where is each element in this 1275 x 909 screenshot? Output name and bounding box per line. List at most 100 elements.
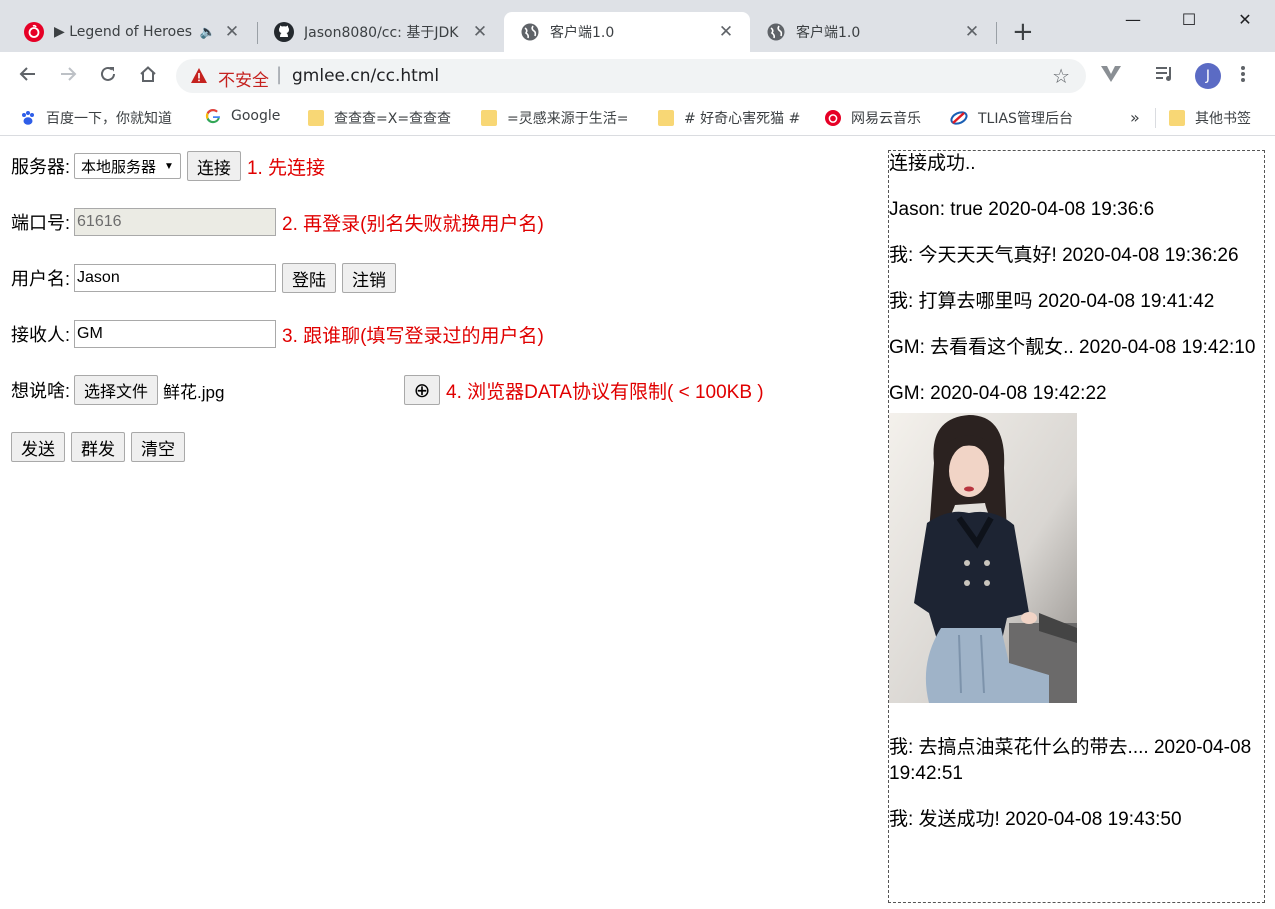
warning-icon[interactable] [190,67,208,84]
connect-hint: 1. 先连接 [246,157,326,179]
tab-title: Jason8080/cc: 基于JDK [304,25,459,41]
home-icon[interactable] [134,62,162,90]
folder-icon [308,110,324,126]
connect-button[interactable]: 连接 [186,151,241,181]
forward-arrow-icon[interactable] [54,62,82,90]
chat-message: GM: 2020-04-08 19:42:22 [889,383,1107,404]
close-tab-icon[interactable]: ✕ [714,22,738,42]
extension-v-icon[interactable] [1100,64,1122,88]
close-tab-icon[interactable]: ✕ [220,22,244,42]
tab-client-active[interactable]: 客户端1.0 ✕ [504,12,750,52]
address-bar[interactable]: 不安全 | gmlee.cn/cc.html ☆ [176,59,1086,93]
data-hint-row: ⊕ 4. 浏览器DATA协议有限制( < 100KB ) [404,375,764,405]
bookmark-label: =灵感来源于生活= [507,111,629,127]
tab-strip: ▶ Legend of Heroes 🔈 ✕ Jason8080/cc: 基于J… [0,0,1275,52]
server-row: 服务器: 本地服务器 ▼ 连接 1. 先连接 [11,151,325,181]
reload-icon[interactable] [94,62,122,90]
add-circle-button[interactable]: ⊕ [404,375,440,405]
globe-icon [521,23,539,41]
back-arrow-icon[interactable] [14,62,42,90]
bookmark-other[interactable]: 其他书签 [1169,108,1251,128]
maximize-button[interactable]: ☐ [1166,6,1212,34]
message-label: 想说啥: [11,381,71,401]
close-tab-icon[interactable]: ✕ [960,22,984,42]
new-tab-button[interactable]: + [1012,18,1034,46]
dropdown-arrow-icon: ▼ [164,160,174,172]
server-select[interactable]: 本地服务器 ▼ [74,153,181,179]
netease-music-icon [825,110,841,126]
tab-title: 客户端1.0 [796,25,861,41]
receiver-hint: 3. 跟谁聊(填写登录过的用户名) [282,325,544,347]
chat-message: 我: 打算去哪里吗 2020-04-08 19:41:42 [889,291,1215,312]
not-secure-label[interactable]: 不安全 [218,66,269,91]
chat-photo-woman [889,413,1077,703]
google-g-icon [205,109,220,124]
chat-message: 连接成功.. [889,153,976,174]
tab-divider [996,22,997,44]
bookmark-folder-curiosity[interactable]: # 好奇心害死猫 # [658,108,800,128]
folder-icon [481,110,497,126]
bookmark-label: Google [231,108,281,124]
bookmark-star-icon[interactable]: ☆ [1052,64,1070,88]
bookmark-label: 百度一下，你就知道 [46,111,172,127]
chat-message: 我: 今天天天气真好! 2020-04-08 19:36:26 [889,245,1239,266]
media-queue-icon[interactable] [1155,64,1175,88]
bookmark-label: TLIAS管理后台 [978,111,1073,127]
message-row: 想说啥: 选择文件 鲜花.jpg [11,375,224,405]
tab-legend-of-heroes[interactable]: ▶ Legend of Heroes 🔈 ✕ [8,12,256,52]
close-window-button[interactable]: ✕ [1222,6,1268,34]
username-label: 用户名: [11,269,71,289]
bookmarks-bar: 百度一下，你就知道 Google 查查查=X=查查查 =灵感来源于生活= # 好… [0,100,1275,136]
broadcast-button[interactable]: 群发 [71,432,125,462]
bookmark-tlias[interactable]: TLIAS管理后台 [950,108,1073,128]
port-row: 端口号: 61616 2. 再登录(别名失败就换用户名) [11,207,544,237]
username-row: 用户名: Jason 登陆 注销 [11,263,402,293]
chat-message: 我: 发送成功! 2020-04-08 19:43:50 [889,809,1182,830]
audio-playing-icon[interactable]: 🔈 [200,25,216,40]
clear-button[interactable]: 清空 [131,432,185,462]
receiver-label: 接收人: [11,325,71,345]
bookmark-netease-music[interactable]: 网易云音乐 [825,108,921,128]
bookmark-label: # 好奇心害死猫 # [684,111,801,127]
tab-client[interactable]: 客户端1.0 ✕ [750,12,996,52]
login-hint: 2. 再登录(别名失败就换用户名) [282,213,544,235]
bookmark-folder-chachacha[interactable]: 查查查=X=查查查 [308,108,451,128]
login-button[interactable]: 登陆 [282,263,337,293]
logout-button[interactable]: 注销 [342,263,397,293]
port-input[interactable]: 61616 [74,208,277,236]
profile-avatar[interactable]: J [1195,63,1221,89]
menu-kebab-icon[interactable] [1240,64,1246,88]
server-select-value: 本地服务器 [81,158,157,176]
data-limit-hint: 4. 浏览器DATA协议有限制( < 100KB ) [446,381,764,403]
globe-icon [767,23,785,41]
username-input[interactable]: Jason [74,264,277,292]
tab-github-cc[interactable]: Jason8080/cc: 基于JDK ✕ [258,12,504,52]
browser-toolbar: 不安全 | gmlee.cn/cc.html ☆ [0,52,1275,100]
folder-icon [658,110,674,126]
tlias-icon [950,111,968,125]
bookmark-google[interactable]: Google [205,108,280,124]
netease-music-icon [24,22,44,42]
bookmark-folder-inspiration[interactable]: =灵感来源于生活= [481,108,628,128]
server-label: 服务器: [11,157,71,177]
address-divider: | [276,64,283,85]
chat-log[interactable]: 连接成功.. Jason: true 2020-04-08 19:36:6 我:… [888,150,1265,903]
port-label: 端口号: [11,213,71,233]
chat-message: GM: 去看看这个靓女.. 2020-04-08 19:42:10 [889,337,1256,358]
receiver-row: 接收人: GM 3. 跟谁聊(填写登录过的用户名) [11,319,544,349]
more-bookmarks-chevron[interactable]: » [1130,108,1140,127]
github-icon [274,22,294,42]
bookmark-baidu[interactable]: 百度一下，你就知道 [20,108,172,128]
receiver-input[interactable]: GM [74,320,277,348]
bookmark-label: 查查查=X=查查查 [334,111,452,127]
bookmark-label: 网易云音乐 [851,111,921,127]
url-text[interactable]: gmlee.cn/cc.html [292,66,439,86]
tab-title: ▶ Legend of Heroes [54,24,193,40]
page-content: 服务器: 本地服务器 ▼ 连接 1. 先连接 端口号: 61616 2. 再登录… [0,137,1275,909]
bookmark-label: 其他书签 [1195,111,1251,127]
minimize-button[interactable]: — [1110,6,1156,34]
send-button[interactable]: 发送 [11,432,65,462]
close-tab-icon[interactable]: ✕ [468,22,492,42]
chat-message: 我: 去搞点油菜花什么的带去.... 2020-04-08 19:42:51 [889,737,1252,784]
choose-file-button[interactable]: 选择文件 [74,375,159,405]
